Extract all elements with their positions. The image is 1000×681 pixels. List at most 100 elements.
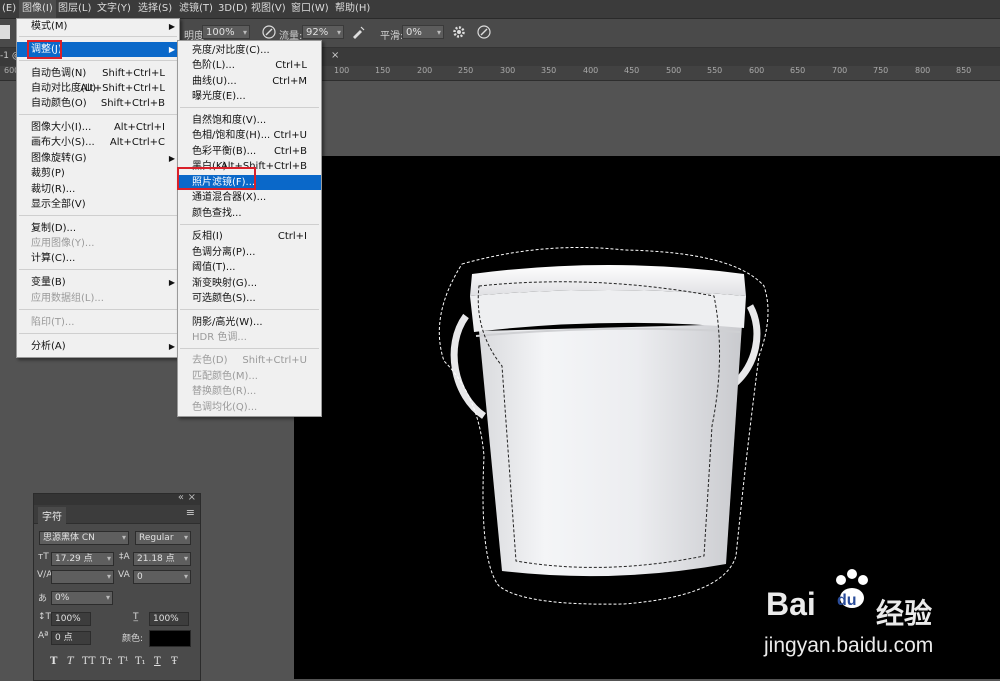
font-size-field[interactable]: 17.29 点 ▾ bbox=[51, 552, 114, 566]
menu-item-desaturate: 去色(D) Shift+Ctrl+U bbox=[192, 355, 307, 366]
menu-item-photo-filter[interactable]: 照片滤镜(F)... bbox=[178, 175, 321, 190]
font-style-select[interactable]: Regular ▾ bbox=[135, 531, 191, 545]
menu-item-reveal-all[interactable]: 显示全部(V) bbox=[17, 197, 179, 212]
menu-item-image-size[interactable]: 图像大小(I)... Alt+Ctrl+I bbox=[17, 120, 179, 135]
menu-item-trim[interactable]: 裁切(R)... bbox=[17, 182, 179, 197]
underline-button[interactable]: T bbox=[154, 656, 161, 667]
tsume-field[interactable]: 0% ▾ bbox=[51, 591, 113, 605]
ruler-tick: 800 bbox=[915, 66, 931, 75]
opacity-field[interactable]: 100% ▾ bbox=[202, 25, 250, 39]
baidu-jingyan-watermark: Bai du 经验 jingyan.baidu.com bbox=[764, 566, 1000, 679]
menu-item-brightness-contrast[interactable]: 亮度/对比度(C)... bbox=[178, 43, 321, 58]
menu-item-color-lookup[interactable]: 颜色查找... bbox=[178, 206, 321, 221]
menu-item-apply-data-set: 应用数据组(L)... bbox=[31, 293, 104, 304]
leading-value: 21.18 点 bbox=[137, 554, 175, 564]
superscript-button[interactable]: T¹ bbox=[118, 656, 129, 667]
menu-item-auto-contrast[interactable]: 自动对比度(U) Alt+Shift+Ctrl+L bbox=[17, 81, 179, 96]
strikethrough-button[interactable]: Ŧ bbox=[171, 656, 178, 667]
font-family-select[interactable]: 思源黑体 CN ▾ bbox=[39, 531, 129, 545]
menu-item-auto-tone[interactable]: 自动色调(N) Shift+Ctrl+L bbox=[17, 66, 179, 81]
menu-item-posterize[interactable]: 色调分离(P)... bbox=[178, 245, 321, 260]
airbrush-icon[interactable] bbox=[351, 24, 367, 40]
menu-item-variables[interactable]: 变量(B) ▶ bbox=[17, 275, 179, 290]
menu-image[interactable]: 图像(I) bbox=[19, 0, 56, 18]
menu-item-hue-saturation[interactable]: 色相/饱和度(H)... Ctrl+U bbox=[178, 128, 321, 143]
text-color-swatch[interactable] bbox=[149, 630, 191, 647]
menu-item-equalize: 色调均化(Q)... bbox=[192, 402, 258, 413]
baseline-shift-icon: Aª bbox=[38, 631, 49, 641]
chevron-down-icon: ▾ bbox=[336, 28, 341, 37]
menu-item-selective-color[interactable]: 可选颜色(S)... bbox=[178, 291, 321, 306]
watermark-brand: Bai bbox=[766, 586, 816, 622]
menu-item-shadows-highlights[interactable]: 阴影/高光(W)... bbox=[178, 315, 321, 330]
menu-window[interactable]: 窗口(W) bbox=[291, 0, 329, 18]
close-icon[interactable]: × bbox=[188, 492, 196, 503]
font-size-icon: ᴛT bbox=[38, 552, 49, 562]
menu-type[interactable]: 文字(Y) bbox=[97, 0, 131, 18]
horizontal-scale-value: 100% bbox=[153, 614, 179, 624]
ruler-tick: 400 bbox=[583, 66, 599, 75]
baseline-shift-field[interactable]: 0 点 bbox=[51, 631, 91, 645]
watermark-brand-du: du bbox=[837, 592, 857, 609]
menu-item-curves[interactable]: 曲线(U)... Ctrl+M bbox=[178, 74, 321, 89]
kerning-field[interactable]: ▾ bbox=[51, 570, 114, 584]
menu-bar: (E) 图像(I) 图层(L) 文字(Y) 选择(S) 滤镜(T) 3D(D) … bbox=[0, 0, 1000, 19]
menu-item-gradient-map[interactable]: 渐变映射(G)... bbox=[178, 276, 321, 291]
menu-edit-fragment[interactable]: (E) bbox=[2, 0, 16, 18]
smoothing-field[interactable]: 0% ▾ bbox=[402, 25, 444, 39]
menu-item-duplicate[interactable]: 复制(D)... bbox=[17, 221, 179, 236]
gear-icon[interactable] bbox=[451, 24, 467, 40]
menu-item-auto-color[interactable]: 自动颜色(O) Shift+Ctrl+B bbox=[17, 96, 179, 111]
all-caps-button[interactable]: TT bbox=[82, 656, 96, 667]
vertical-scale-field[interactable]: 100% bbox=[51, 612, 91, 626]
ruler-tick: 500 bbox=[666, 66, 682, 75]
small-caps-button[interactable]: Tт bbox=[100, 656, 112, 667]
faux-italic-button[interactable]: T bbox=[67, 656, 74, 667]
ruler-tick: 100 bbox=[334, 66, 350, 75]
menu-item-image-rotation[interactable]: 图像旋转(G) ▶ bbox=[17, 151, 179, 166]
pressure-opacity-icon[interactable] bbox=[261, 24, 277, 40]
menu-item-invert[interactable]: 反相(I) Ctrl+I bbox=[178, 229, 321, 244]
menu-item-adjustments[interactable]: 调整(J) ▶ bbox=[17, 42, 179, 57]
chevron-down-icon: ▾ bbox=[242, 28, 247, 37]
menu-view[interactable]: 视图(V) bbox=[251, 0, 286, 18]
menu-item-vibrance[interactable]: 自然饱和度(V)... bbox=[178, 113, 321, 128]
tracking-icon: VA bbox=[118, 570, 130, 580]
menu-item-channel-mixer[interactable]: 通道混合器(X)... bbox=[178, 190, 321, 205]
chevron-down-icon: ▾ bbox=[183, 572, 188, 581]
menu-item-analysis[interactable]: 分析(A) ▶ bbox=[17, 339, 179, 354]
faux-bold-button[interactable]: T bbox=[50, 656, 57, 667]
menu-item-mode[interactable]: 模式(M) ▶ bbox=[17, 19, 179, 34]
subscript-button[interactable]: T₁ bbox=[135, 656, 146, 667]
horizontal-scale-field[interactable]: 100% bbox=[149, 612, 189, 626]
menu-filter[interactable]: 滤镜(T) bbox=[179, 0, 213, 18]
menu-item-black-white[interactable]: 黑白(K)... Alt+Shift+Ctrl+B bbox=[178, 159, 321, 174]
menu-item-crop[interactable]: 裁剪(P) bbox=[17, 166, 179, 181]
color-label: 颜色: bbox=[122, 634, 144, 644]
menu-item-threshold[interactable]: 阈值(T)... bbox=[178, 260, 321, 275]
menu-item-exposure[interactable]: 曝光度(E)... bbox=[178, 89, 321, 104]
leading-field[interactable]: 21.18 点 ▾ bbox=[133, 552, 191, 566]
chevron-down-icon: ▾ bbox=[106, 572, 111, 581]
tab-character[interactable]: 字符 bbox=[38, 507, 66, 524]
menu-select[interactable]: 选择(S) bbox=[138, 0, 172, 18]
flow-field[interactable]: 92% ▾ bbox=[302, 25, 344, 39]
menu-help[interactable]: 帮助(H) bbox=[335, 0, 370, 18]
menu-3d[interactable]: 3D(D) bbox=[218, 0, 248, 18]
menu-item-calculations[interactable]: 计算(C)... bbox=[17, 251, 179, 266]
ruler-tick: 350 bbox=[541, 66, 557, 75]
character-panel: « × 字符 ≡ 思源黑体 CN ▾ Regular ▾ ᴛT 17.29 点 ▾ ‡… bbox=[33, 492, 201, 681]
tracking-field[interactable]: 0 ▾ bbox=[133, 570, 191, 584]
tool-preset-icon[interactable] bbox=[0, 25, 10, 39]
menu-item-color-balance[interactable]: 色彩平衡(B)... Ctrl+B bbox=[178, 144, 321, 159]
panel-menu-icon[interactable]: ≡ bbox=[186, 506, 195, 519]
ruler-tick: 300 bbox=[500, 66, 516, 75]
menu-item-levels[interactable]: 色阶(L)... Ctrl+L bbox=[178, 58, 321, 73]
collapse-icon[interactable]: « bbox=[178, 492, 184, 503]
tsume-icon: あ bbox=[38, 594, 48, 604]
pressure-size-icon[interactable] bbox=[476, 24, 492, 40]
menu-item-canvas-size[interactable]: 画布大小(S)... Alt+Ctrl+C bbox=[17, 135, 179, 150]
menu-layer[interactable]: 图层(L) bbox=[58, 0, 91, 18]
flow-value: 92% bbox=[306, 27, 329, 38]
close-icon[interactable]: × bbox=[331, 50, 339, 61]
